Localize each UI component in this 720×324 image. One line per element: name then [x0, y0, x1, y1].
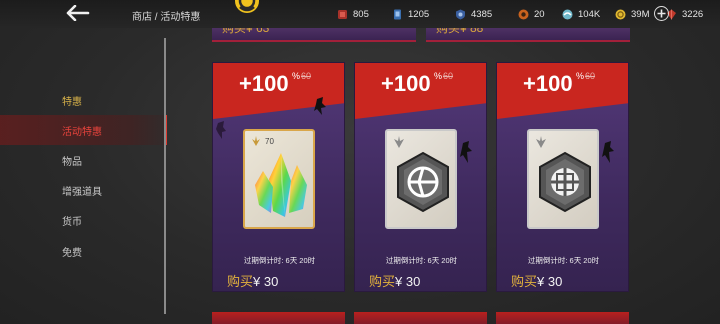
- buy-button[interactable]: 购买¥ 30: [227, 271, 278, 290]
- silhouette-icon: [216, 121, 226, 139]
- next-offer-strip[interactable]: [212, 312, 345, 324]
- item-image: [385, 129, 457, 229]
- currency-value: 805: [353, 8, 369, 20]
- original-bonus: 60: [443, 71, 454, 81]
- expiry-timer: 过期倒计时: 6天 20时: [527, 256, 600, 265]
- red-gem-icon: [338, 9, 347, 19]
- buy-button[interactable]: 购买¥ 30: [511, 271, 562, 290]
- currency-value: 39M: [631, 8, 650, 20]
- breadcrumb: 商店 / 活动特惠: [132, 12, 201, 23]
- top-bar: 商店 / 活动特惠 805 1205 4385 20 104K 39M 3226: [0, 0, 720, 28]
- currency-blue-shield[interactable]: 4385: [455, 7, 492, 21]
- bonus-text: +100: [239, 71, 289, 96]
- sidebar-item-label: 物品: [62, 156, 82, 168]
- price-amount: ¥ 30: [395, 274, 421, 289]
- sidebar-item-boosters[interactable]: 增强道具: [0, 175, 164, 205]
- wing-emblem-icon: [252, 136, 260, 146]
- item-image: [527, 129, 599, 229]
- blue-card-icon: [394, 9, 401, 19]
- original-bonus: 60: [301, 71, 312, 81]
- bonus-percent-sign: %: [576, 71, 585, 81]
- sidebar-item-label: 活动特惠: [62, 126, 102, 138]
- gold-coin-icon: [615, 9, 626, 19]
- back-button[interactable]: [64, 2, 92, 24]
- sidebar-item-label: 增强道具: [62, 186, 102, 198]
- currency-value: 1205: [408, 8, 430, 20]
- back-arrow-icon: [66, 5, 90, 21]
- next-offer-strip[interactable]: [354, 312, 487, 324]
- price-amount: ¥ 30: [253, 274, 279, 289]
- hexagon-emblem-icon: [397, 151, 449, 213]
- sidebar-item-label: 免费: [62, 247, 82, 259]
- offer-card[interactable]: +100 % 60 70 过期倒计时: 6天 20时 购买¥ 30: [212, 62, 345, 292]
- original-bonus: 60: [585, 71, 596, 81]
- currency-orange-core[interactable]: 20: [518, 7, 545, 21]
- price-amount: ¥ 30: [537, 274, 563, 289]
- bonus-percent-sign: %: [292, 71, 301, 81]
- wing-emblem-icon: [536, 136, 546, 148]
- sidebar-item-label: 特惠: [62, 96, 82, 108]
- item-image: 70: [243, 129, 315, 229]
- currency-red-crystal[interactable]: 3226: [666, 7, 703, 21]
- plus-icon: [657, 9, 666, 18]
- next-offer-strip[interactable]: [496, 312, 629, 324]
- expiry-timer: 过期倒计时: 6天 20时: [385, 256, 458, 265]
- offer-card[interactable]: +100 % 60 过期倒计时: 6天 20时 购买¥ 30: [496, 62, 629, 292]
- sidebar-item-special-offers[interactable]: 特惠: [0, 85, 164, 115]
- sidebar-item-currency[interactable]: 货币: [0, 205, 164, 235]
- sidebar: 特惠 活动特惠 物品 增强道具 货币 免费: [0, 0, 168, 324]
- sidebar-item-free[interactable]: 免费: [0, 236, 164, 266]
- buy-button[interactable]: 购买¥ 30: [369, 271, 420, 290]
- sidebar-item-label: 货币: [62, 216, 82, 228]
- sidebar-item-event-offers[interactable]: 活动特惠: [0, 115, 164, 145]
- offer-card[interactable]: +100 % 60 过期倒计时: 6天 20时 购买¥ 30: [354, 62, 487, 292]
- add-currency-button[interactable]: [654, 6, 669, 21]
- bonus-text: +100: [381, 71, 431, 96]
- wing-emblem-icon: [394, 136, 404, 148]
- silhouette-icon: [314, 97, 326, 115]
- silhouette-icon: [602, 141, 614, 163]
- buy-label: 购买: [369, 274, 396, 289]
- rainbow-crystal-icon: [255, 153, 307, 217]
- currency-red-gem[interactable]: 805: [337, 7, 369, 21]
- teal-orb-icon: [562, 9, 573, 19]
- buy-label: 购买: [227, 274, 254, 289]
- item-quantity: 70: [265, 137, 274, 146]
- bonus-percent-sign: %: [434, 71, 443, 81]
- bonus-text: +100: [523, 71, 573, 96]
- orange-core-icon: [518, 9, 529, 19]
- currency-gold-coin[interactable]: 39M: [615, 7, 649, 21]
- currency-blue-card[interactable]: 1205: [392, 7, 429, 21]
- currency-teal-orb[interactable]: 104K: [562, 7, 600, 21]
- blue-shield-icon: [456, 9, 465, 19]
- currency-value: 104K: [578, 8, 601, 20]
- currency-value: 4385: [471, 8, 493, 20]
- event-logo-icon: [235, 0, 259, 13]
- currency-value: 20: [534, 8, 545, 20]
- expiry-timer: 过期倒计时: 6天 20时: [243, 256, 316, 265]
- currency-value: 3226: [682, 8, 704, 20]
- sidebar-divider: [164, 38, 166, 314]
- silhouette-icon: [460, 141, 472, 163]
- hexagon-cross-emblem-icon: [539, 151, 591, 213]
- buy-label: 购买: [511, 274, 538, 289]
- sidebar-item-items[interactable]: 物品: [0, 145, 164, 175]
